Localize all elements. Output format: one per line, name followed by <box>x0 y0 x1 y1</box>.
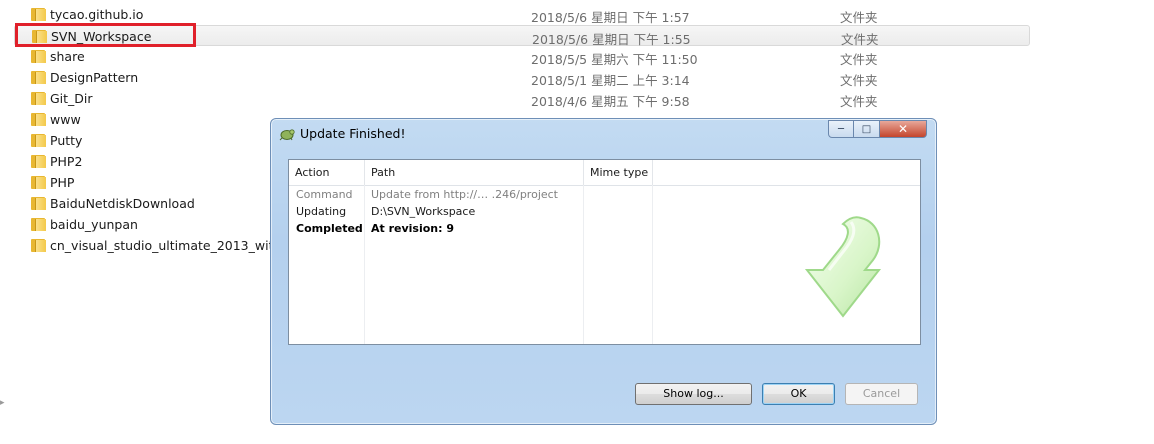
modified-date: 2018/5/6 星期日 下午 1:57 <box>531 10 690 25</box>
folder-row[interactable]: DesignPattern 2018/5/1 星期二 上午 3:14 文件夹 <box>14 67 1030 88</box>
column-divider <box>364 185 365 344</box>
folder-row[interactable]: tycao.github.io 2018/5/6 星期日 下午 1:57 文件夹 <box>14 4 1030 25</box>
column-header-mime-type[interactable]: Mime type <box>584 160 653 185</box>
window-controls: ─ □ ✕ <box>828 120 927 139</box>
cancel-button[interactable]: Cancel <box>845 383 918 405</box>
folder-name: PHP2 <box>50 154 83 169</box>
update-arrow-icon <box>804 216 882 318</box>
folder-icon <box>31 239 46 252</box>
folder-icon <box>31 71 46 84</box>
log-path: D:\SVN_Workspace <box>371 205 476 218</box>
folder-icon <box>31 8 46 21</box>
ok-button[interactable]: OK <box>762 383 835 405</box>
folder-name: cn_visual_studio_ultimate_2013_with_up <box>50 238 304 253</box>
item-type: 文件夹 <box>840 94 878 109</box>
column-header-path[interactable]: Path <box>365 160 584 185</box>
scroll-edge-mark: ▸ <box>0 398 5 408</box>
column-divider <box>652 185 653 344</box>
modified-date: 2018/5/1 星期二 上午 3:14 <box>531 73 690 88</box>
modified-date: 2018/4/6 星期五 下午 9:58 <box>531 94 690 109</box>
folder-icon <box>31 218 46 231</box>
minimize-button[interactable]: ─ <box>828 120 854 138</box>
update-log-list[interactable]: Action Path Mime type Command Update from… <box>288 159 921 345</box>
folder-icon <box>31 92 46 105</box>
tortoisesvn-icon <box>279 129 295 141</box>
log-action: Command <box>296 188 353 201</box>
folder-icon <box>31 113 46 126</box>
list-header: Action Path Mime type <box>289 160 920 186</box>
folder-name: www <box>50 112 81 127</box>
log-action: Updating <box>296 205 347 218</box>
column-header-action[interactable]: Action <box>289 160 365 185</box>
log-path: Update from http://… .246/project <box>371 188 558 201</box>
folder-name: BaiduNetdiskDownload <box>50 196 195 211</box>
folder-icon <box>31 176 46 189</box>
folder-name: Putty <box>50 133 83 148</box>
maximize-button[interactable]: □ <box>854 120 880 138</box>
red-highlight-box <box>15 23 196 47</box>
folder-icon <box>31 134 46 147</box>
column-divider <box>583 185 584 344</box>
modified-date: 2018/5/5 星期六 下午 11:50 <box>531 52 698 67</box>
item-type: 文件夹 <box>840 73 878 88</box>
folder-row[interactable]: share 2018/5/5 星期六 下午 11:50 文件夹 <box>14 46 1030 67</box>
show-log-button[interactable]: Show log... <box>635 383 752 405</box>
item-type: 文件夹 <box>840 10 878 25</box>
folder-icon <box>31 197 46 210</box>
folder-icon <box>31 155 46 168</box>
folder-name: share <box>50 49 85 64</box>
folder-row[interactable]: Git_Dir 2018/4/6 星期五 下午 9:58 文件夹 <box>14 88 1030 109</box>
folder-name: Git_Dir <box>50 91 93 106</box>
folder-name: tycao.github.io <box>50 7 144 22</box>
dialog-title: Update Finished! <box>300 126 406 141</box>
folder-name: baidu_yunpan <box>50 217 138 232</box>
folder-name: PHP <box>50 175 75 190</box>
folder-icon <box>31 50 46 63</box>
item-type: 文件夹 <box>840 52 878 67</box>
update-finished-dialog: Update Finished! ─ □ ✕ Action Path Mime … <box>270 118 937 425</box>
folder-name: DesignPattern <box>50 70 139 85</box>
close-button[interactable]: ✕ <box>880 120 927 138</box>
log-action: Completed <box>296 222 363 235</box>
log-path: At revision: 9 <box>371 222 455 235</box>
